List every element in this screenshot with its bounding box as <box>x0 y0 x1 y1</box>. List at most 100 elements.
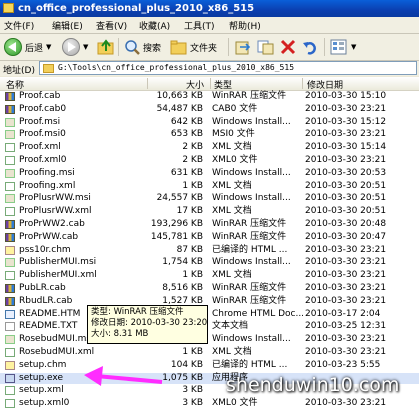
msi-file-icon <box>5 168 15 178</box>
file-date: 2010-03-17 2:04 <box>305 308 381 319</box>
file-row[interactable]: ProPlusrWW.xml 17 KB XML 文档 2010-03-30 20:5… <box>0 206 419 217</box>
forward-arrow-icon <box>62 38 80 56</box>
file-date: 2010-03-30 15:10 <box>305 91 387 101</box>
file-row[interactable]: Proofing.xml 1 KB XML 文档 2010-03-30 20:51 <box>0 181 419 192</box>
back-button[interactable]: 后退 ▼ <box>4 37 51 57</box>
file-row[interactable]: pss10r.chm 87 KB 已编译的 HTML ... 2010-03-30 2… <box>0 245 419 256</box>
file-type: WinRAR 压缩文件 <box>212 219 287 229</box>
file-name: Proof.msi0 <box>19 129 66 140</box>
folders-button[interactable]: 文件夹 <box>170 37 217 57</box>
up-folder-button[interactable] <box>97 37 115 57</box>
cab-file-icon <box>5 296 15 306</box>
file-row[interactable]: Proofing.msi 631 KB Windows Install... 2010… <box>0 168 419 179</box>
file-date: 2010-03-30 23:21 <box>305 257 387 268</box>
cab-file-icon <box>5 104 15 114</box>
move-to-button[interactable] <box>234 37 252 57</box>
file-row[interactable]: ProPrWW.cab 145,781 KB WinRAR 压缩文件 2010-03-… <box>0 232 419 243</box>
file-row[interactable]: README.HTM Chrome HTML Doc... 2010-03-17 2… <box>0 309 419 320</box>
cab-file-icon <box>5 232 15 242</box>
column-name[interactable]: 名称 <box>6 78 24 91</box>
file-row[interactable]: RbudLR.cab 1,527 KB WinRAR 压缩文件 2010-03-30 … <box>0 296 419 307</box>
file-row[interactable]: ProPlusrWW.msi 24,557 KB Windows Install..… <box>0 193 419 204</box>
file-list[interactable]: 名称 大小 类型 修改日期 Proof.cab 10,663 KB WinRAR 压… <box>0 77 419 412</box>
file-row[interactable]: setup.xml0 3 KB XML0 文件 2010-03-30 23:21 <box>0 398 419 409</box>
file-type: Windows Install... <box>212 193 291 204</box>
file-type: XML0 文件 <box>212 398 258 409</box>
file-row[interactable]: Proof.cab 10,663 KB WinRAR 压缩文件 2010-03-30 … <box>0 91 419 102</box>
file-name: Proof.cab <box>19 91 61 101</box>
file-date: 2010-03-30 23:21 <box>305 398 387 409</box>
file-name: Proof.msi <box>19 116 61 127</box>
file-name: pss10r.chm <box>19 244 71 255</box>
file-type: WinRAR 压缩文件 <box>212 283 287 293</box>
file-name: RbudLR.cab <box>19 295 73 306</box>
menu-help[interactable]: 帮助(H) <box>229 19 261 32</box>
menu-edit[interactable]: 编辑(E) <box>52 19 83 32</box>
chevron-down-icon: ▼ <box>83 43 89 51</box>
column-date[interactable]: 修改日期 <box>307 78 343 91</box>
forward-button[interactable]: ▼ <box>62 37 88 57</box>
file-date: 2010-03-30 20:53 <box>305 167 387 178</box>
xml-file-icon <box>5 386 15 396</box>
search-icon <box>125 40 140 55</box>
column-type[interactable]: 类型 <box>214 78 232 91</box>
file-row[interactable]: Proof.msi 642 KB Windows Install... 2010-03… <box>0 117 419 128</box>
cab-file-icon <box>5 92 15 101</box>
file-row[interactable]: README.TXT 文本文档 2010-03-25 12:31 <box>0 321 419 332</box>
column-size[interactable]: 大小 <box>186 78 204 91</box>
title-bar[interactable]: cn_office_professional_plus_2010_x86_515 <box>0 0 419 17</box>
views-icon <box>330 39 347 55</box>
address-path: G:\Tools\cn_office_professional_plus_201… <box>58 63 295 72</box>
file-name: RosebudMUI.xml <box>19 347 95 357</box>
file-row[interactable]: PubLR.cab 8,516 KB WinRAR 压缩文件 2010-03-30 2… <box>0 283 419 294</box>
chevron-down-icon: ▼ <box>351 43 357 51</box>
file-date: 2010-03-30 23:21 <box>305 129 387 140</box>
chm-file-icon <box>5 245 15 255</box>
file-size: 2 KB <box>182 142 203 153</box>
search-button[interactable]: 搜索 <box>124 37 161 57</box>
toolbar: 后退 ▼ ▼ 搜索 文件夹 ▼ <box>0 34 419 61</box>
file-row[interactable]: Proof.xml 2 KB XML 文档 2010-03-30 15:14 <box>0 142 419 153</box>
file-type: 已编译的 HTML ... <box>212 359 288 370</box>
file-type: Windows Install... <box>212 257 291 268</box>
file-row[interactable]: RosebudMUI.msi Windows Install... 2010-03-… <box>0 334 419 345</box>
file-date: 2010-03-30 23:21 <box>305 103 387 114</box>
copy-to-button[interactable] <box>257 37 275 57</box>
list-header: 名称 大小 类型 修改日期 <box>0 77 419 91</box>
views-button[interactable]: ▼ <box>330 37 356 57</box>
xml-file-icon <box>5 156 15 165</box>
exe-file-icon <box>5 373 15 383</box>
file-row[interactable]: Proof.msi0 653 KB MSI0 文件 2010-03-30 23:21 <box>0 129 419 140</box>
undo-icon <box>303 42 316 55</box>
file-type: Windows Install... <box>212 116 291 127</box>
file-row[interactable]: PublisherMUI.xml 1 KB XML 文档 2010-03-30 23:… <box>0 270 419 281</box>
file-row[interactable]: ProPrWW2.cab 193,296 KB WinRAR 压缩文件 2010-03… <box>0 219 419 230</box>
file-type: 已编译的 HTML ... <box>212 244 288 255</box>
address-bar: 地址(D) G:\Tools\cn_office_professional_pl… <box>0 61 419 76</box>
file-type: CAB0 文件 <box>212 103 258 114</box>
file-row[interactable]: RosebudMUI.xml 1 KB XML 文档 2010-03-30 23:21 <box>0 347 419 358</box>
xml-file-icon <box>5 207 15 217</box>
file-name: Proof.cab0 <box>19 103 67 114</box>
address-input[interactable]: G:\Tools\cn_office_professional_plus_201… <box>39 61 417 75</box>
file-type: XML 文档 <box>212 347 252 357</box>
file-size: 145,781 KB <box>150 231 203 242</box>
file-row[interactable]: Proof.cab0 54,487 KB CAB0 文件 2010-03-30 23:… <box>0 104 419 115</box>
file-size: 1,075 KB <box>162 372 203 383</box>
file-name: setup.chm <box>19 359 67 370</box>
menu-view[interactable]: 查看(V) <box>96 19 127 32</box>
file-row[interactable]: setup.chm 104 KB 已编译的 HTML ... 2010-03-23 5… <box>0 360 419 371</box>
menu-tools[interactable]: 工具(T) <box>184 19 215 32</box>
menu-favorites[interactable]: 收藏(A) <box>139 19 170 32</box>
menu-file[interactable]: 文件(F) <box>4 19 34 32</box>
file-name: Proofing.msi <box>19 167 75 178</box>
undo-button[interactable] <box>302 37 319 57</box>
file-row[interactable]: PublisherMUI.msi 1,754 KB Windows Install.… <box>0 257 419 268</box>
copy-to-icon <box>257 40 274 55</box>
file-row[interactable]: Proof.xml0 2 KB XML0 文件 2010-03-30 23:21 <box>0 155 419 166</box>
folders-icon <box>170 40 187 55</box>
file-size: 642 KB <box>170 116 203 127</box>
delete-button[interactable] <box>280 37 296 57</box>
folder-icon <box>3 3 14 13</box>
address-label: 地址(D) <box>3 66 35 76</box>
